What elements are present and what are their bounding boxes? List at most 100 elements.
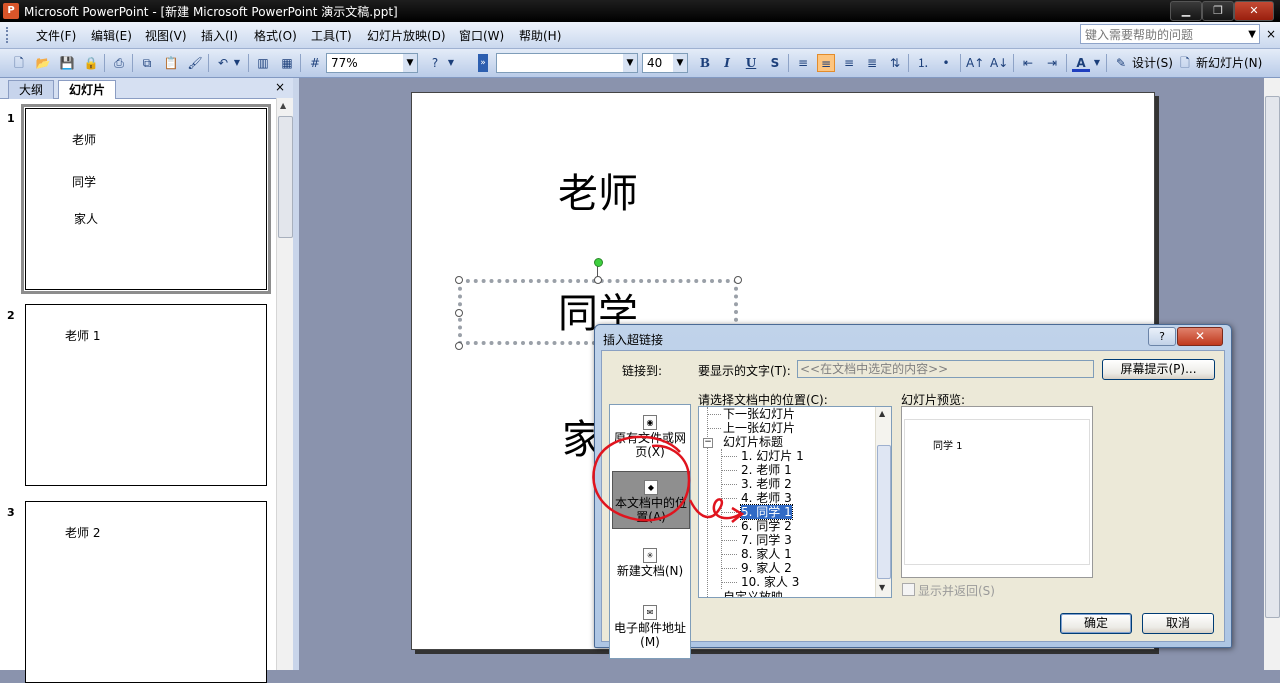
collapse-icon[interactable]: − (703, 438, 713, 448)
tree-slide-item[interactable]: 8. 家人 1 (741, 547, 792, 561)
tree-item-next-slide[interactable]: 下一张幻灯片 (723, 407, 795, 421)
resize-handle[interactable] (594, 276, 602, 284)
tree-slide-item[interactable]: 9. 家人 2 (741, 561, 792, 575)
new-document-icon[interactable]: 🗋 (10, 54, 28, 72)
copy-icon[interactable]: ⧉ (138, 54, 156, 72)
rotate-handle[interactable] (594, 258, 603, 267)
justify-icon[interactable]: ≣ (863, 54, 881, 72)
font-color-dropdown-icon[interactable]: ▼ (1092, 54, 1102, 72)
menu-edit[interactable]: 编辑(E) (91, 27, 132, 44)
distributed-icon[interactable]: ⇅ (886, 54, 904, 72)
help-icon[interactable]: ? (426, 54, 444, 72)
tree-slide-item-selected[interactable]: 5. 同学 1 (740, 504, 793, 520)
menu-file[interactable]: 文件(F) (36, 27, 76, 44)
tree-slide-item[interactable]: 6. 同学 2 (741, 519, 792, 533)
menu-insert[interactable]: 插入(I) (201, 27, 238, 44)
show-and-return-checkbox[interactable] (902, 583, 915, 596)
shadow-button[interactable]: S (766, 54, 784, 72)
font-name-select[interactable]: ▼ (496, 53, 638, 73)
link-email-button[interactable]: ✉ 电子邮件地址(M) (612, 605, 688, 649)
tree-slide-item[interactable]: 2. 老师 1 (741, 463, 792, 477)
open-folder-icon[interactable]: 📂 (34, 54, 52, 72)
link-existing-file-button[interactable]: ◉ 原有文件或网页(X) (612, 415, 688, 459)
undo-dropdown-icon[interactable]: ▼ (232, 54, 242, 72)
help-search-input[interactable]: 键入需要帮助的问题 ▼ (1080, 24, 1260, 44)
menu-tools[interactable]: 工具(T) (311, 27, 352, 44)
tab-slides[interactable]: 幻灯片 (58, 80, 117, 99)
undo-icon[interactable]: ↶ (214, 54, 232, 72)
align-right-icon[interactable]: ≡ (840, 54, 858, 72)
document-close-icon[interactable]: × (1266, 27, 1276, 41)
scrollbar-thumb[interactable] (1265, 96, 1280, 618)
bold-button[interactable]: B (696, 54, 714, 72)
print-icon[interactable]: ⎙ (110, 54, 128, 72)
chevron-down-icon[interactable]: ▼ (673, 54, 687, 72)
minimize-icon[interactable]: ▁ (1170, 1, 1202, 21)
slide-thumbnail-1[interactable]: 老师 同学 家人 (21, 104, 271, 294)
align-left-icon[interactable]: ≡ (794, 54, 812, 72)
menu-format[interactable]: 格式(O) (254, 27, 297, 44)
decrease-font-icon[interactable]: A↓ (990, 54, 1008, 72)
tree-slide-item[interactable]: 3. 老师 2 (741, 477, 792, 491)
grid-icon[interactable]: # (306, 54, 324, 72)
resize-handle[interactable] (455, 342, 463, 350)
italic-button[interactable]: I (718, 54, 736, 72)
pane-splitter[interactable] (293, 78, 299, 670)
cancel-button[interactable]: 取消 (1142, 613, 1214, 634)
tree-item-slide-titles[interactable]: 幻灯片标题 (723, 435, 783, 449)
restore-icon[interactable]: ❐ (1202, 1, 1234, 21)
chart-icon[interactable]: ▥ (254, 54, 272, 72)
document-place-tree[interactable]: 下一张幻灯片 上一张幻灯片 − 幻灯片标题 1. 幻灯片 1 2. 老师 1 3… (698, 406, 892, 598)
bullets-icon[interactable]: • (937, 54, 955, 72)
display-text-input[interactable]: <<在文档中选定的内容>> (797, 360, 1094, 378)
new-slide-icon[interactable]: 🗋 (1176, 54, 1194, 72)
scrollbar-thumb[interactable] (278, 116, 293, 238)
tab-outline[interactable]: 大纲 (8, 80, 55, 99)
zoom-select[interactable]: 77% ▼ (326, 53, 418, 73)
menu-view[interactable]: 视图(V) (145, 27, 187, 44)
scrollbar-thumb[interactable] (877, 445, 891, 579)
tree-slide-item[interactable]: 7. 同学 3 (741, 533, 792, 547)
scroll-down-icon[interactable]: ▼ (879, 583, 885, 592)
close-icon[interactable]: × (275, 80, 285, 94)
increase-font-icon[interactable]: A↑ (966, 54, 984, 72)
save-icon[interactable]: 💾 (58, 54, 76, 72)
help-button[interactable]: ? (1148, 327, 1176, 346)
slide-thumbnail-3[interactable]: 老师 2 (25, 501, 267, 683)
resize-handle[interactable] (734, 276, 742, 284)
scroll-up-icon[interactable]: ▲ (280, 101, 286, 110)
font-size-select[interactable]: 40 ▼ (642, 53, 688, 73)
scroll-up-icon[interactable]: ▲ (879, 409, 885, 418)
tree-item-previous-slide[interactable]: 上一张幻灯片 (723, 421, 795, 435)
close-icon[interactable]: ✕ (1234, 1, 1274, 21)
design-icon[interactable]: ✎ (1112, 54, 1130, 72)
editor-scrollbar[interactable] (1264, 78, 1280, 670)
dialog-close-button[interactable]: ✕ (1177, 327, 1223, 346)
tree-slide-item[interactable]: 4. 老师 3 (741, 491, 792, 505)
screentip-button[interactable]: 屏幕提示(P)... (1102, 359, 1215, 380)
new-slide-button[interactable]: 新幻灯片(N) (1196, 54, 1262, 72)
menu-slideshow[interactable]: 幻灯片放映(D) (367, 27, 446, 44)
menu-help[interactable]: 帮助(H) (519, 27, 561, 44)
tree-slide-item[interactable]: 1. 幻灯片 1 (741, 449, 804, 463)
increase-indent-icon[interactable]: ⇥ (1043, 54, 1061, 72)
numbering-icon[interactable]: ⒈ (914, 54, 932, 72)
chevron-down-icon[interactable]: ▼ (623, 54, 637, 72)
design-button[interactable]: 设计(S) (1132, 54, 1173, 72)
tree-item-custom-show[interactable]: 自定义放映 (723, 590, 783, 597)
decrease-indent-icon[interactable]: ⇤ (1019, 54, 1037, 72)
menu-window[interactable]: 窗口(W) (459, 27, 504, 44)
resize-handle[interactable] (455, 309, 463, 317)
resize-handle[interactable] (455, 276, 463, 284)
align-center-icon[interactable]: ≡ (817, 54, 835, 72)
toolbar-grip[interactable] (6, 27, 26, 43)
paste-icon[interactable]: 📋 (162, 54, 180, 72)
slides-scrollbar[interactable]: ▲ (276, 98, 293, 670)
font-color-icon[interactable]: A (1072, 54, 1090, 72)
slide-text-teacher[interactable]: 老师 (558, 161, 638, 219)
slide-thumbnail-2[interactable]: 老师 1 (25, 304, 267, 486)
chevron-down-icon[interactable]: ▼ (403, 54, 417, 72)
toolbar-options-icon[interactable]: » (478, 54, 488, 72)
link-place-in-document-button[interactable]: ◆ 本文档中的位置(A) (612, 471, 690, 529)
tree-scrollbar[interactable]: ▲ ▼ (875, 407, 891, 597)
